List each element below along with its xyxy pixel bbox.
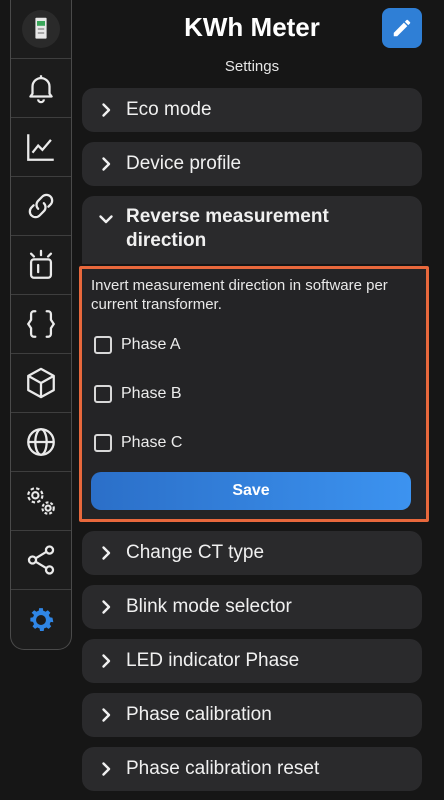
device-thumbnail <box>22 10 60 48</box>
gear-icon <box>30 607 54 631</box>
sidebar-item-settings[interactable] <box>11 590 71 649</box>
alarm-light-icon <box>29 249 53 279</box>
section-change-ct-type[interactable]: Change CT type <box>82 531 422 575</box>
sidebar-nav <box>10 0 72 650</box>
link-icon <box>28 193 54 219</box>
section-phase-calibration-reset[interactable]: Phase calibration reset <box>82 747 422 791</box>
sidebar-item-charts[interactable] <box>11 118 71 177</box>
chart-line-icon <box>27 134 54 161</box>
sidebar-item-alarms[interactable] <box>11 236 71 295</box>
reverse-measurement-panel: Invert measurement direction in software… <box>79 266 429 522</box>
section-label: Blink mode selector <box>126 596 292 617</box>
section-led-indicator[interactable]: LED indicator Phase <box>82 639 422 683</box>
phase-a-option[interactable]: Phase A <box>94 334 181 356</box>
code-braces-icon <box>26 310 56 338</box>
section-blink-mode[interactable]: Blink mode selector <box>82 585 422 629</box>
section-label: LED indicator Phase <box>126 650 300 671</box>
chevron-right-icon <box>102 762 111 776</box>
section-label: Reverse measurement direction <box>126 206 329 251</box>
save-button[interactable]: Save <box>91 472 411 510</box>
section-label: Change CT type <box>126 542 265 563</box>
section-reverse-measurement[interactable]: Reverse measurement direction <box>82 196 422 264</box>
phase-c-label: Phase C <box>121 434 183 451</box>
bell-icon <box>29 75 53 104</box>
cogs-icon <box>27 487 55 515</box>
cube-icon <box>27 367 55 399</box>
sidebar-item-advanced[interactable] <box>11 472 71 531</box>
pencil-icon <box>393 19 411 37</box>
chevron-right-icon <box>102 157 111 171</box>
section-eco-mode[interactable]: Eco mode <box>82 88 422 132</box>
page-title: KWh Meter <box>184 12 320 42</box>
chevron-right-icon <box>102 103 111 117</box>
phase-b-checkbox[interactable] <box>94 385 112 403</box>
panel-description: Invert measurement direction in software… <box>91 277 388 313</box>
sidebar-item-network[interactable] <box>11 413 71 472</box>
phase-c-checkbox[interactable] <box>94 434 112 452</box>
sidebar-item-components[interactable] <box>11 354 71 413</box>
section-label: Phase calibration reset <box>126 758 320 779</box>
phase-b-option[interactable]: Phase B <box>94 383 181 405</box>
section-phase-calibration[interactable]: Phase calibration <box>82 693 422 737</box>
sidebar-item-notifications[interactable] <box>11 59 71 118</box>
phase-b-label: Phase B <box>121 385 182 402</box>
chevron-right-icon <box>102 708 111 722</box>
section-label: Phase calibration <box>126 704 272 725</box>
chevron-right-icon <box>102 600 111 614</box>
globe-icon <box>27 428 55 456</box>
chevron-right-icon <box>102 654 111 668</box>
page-subtitle: Settings <box>224 58 280 75</box>
share-icon <box>27 545 55 575</box>
chevron-down-icon <box>99 215 113 224</box>
phase-a-checkbox[interactable] <box>94 336 112 354</box>
section-device-profile[interactable]: Device profile <box>82 142 422 186</box>
sidebar-item-device[interactable] <box>11 0 71 59</box>
section-label: Eco mode <box>126 99 212 120</box>
chevron-right-icon <box>102 546 111 560</box>
phase-c-option[interactable]: Phase C <box>94 432 182 454</box>
sidebar-item-share[interactable] <box>11 531 71 590</box>
sidebar-item-links[interactable] <box>11 177 71 236</box>
edit-button[interactable] <box>382 8 422 48</box>
sidebar-item-scripts[interactable] <box>11 295 71 354</box>
phase-a-label: Phase A <box>121 336 181 353</box>
section-label: Device profile <box>126 153 242 174</box>
